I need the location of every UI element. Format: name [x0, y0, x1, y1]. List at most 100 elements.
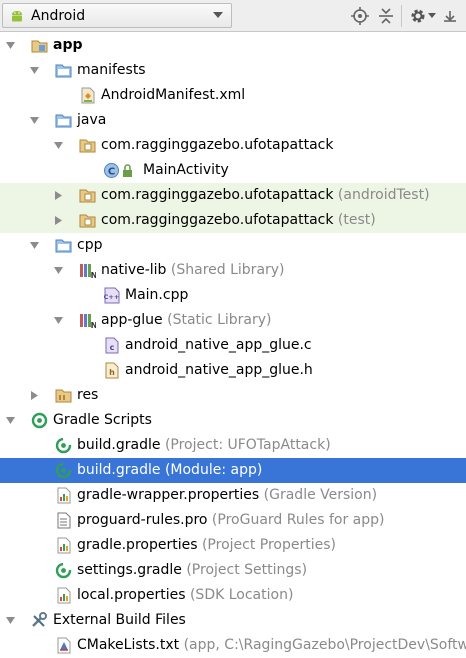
- tree-row-text: Gradle Scripts: [53, 411, 152, 430]
- tree-row-label: build.gradle: [77, 437, 161, 453]
- tree-row-label: External Build Files: [53, 612, 186, 628]
- collapsed-arrow-icon[interactable]: [53, 190, 64, 201]
- gradle-file-icon: [55, 437, 72, 454]
- tree-row-label: MainActivity: [143, 162, 229, 178]
- tree-row[interactable]: build.gradle (Module: app): [0, 458, 466, 483]
- tree-row-text: com.ragginggazebo.ufotapattack (test): [101, 211, 376, 230]
- expand-arrow-icon[interactable]: [5, 40, 16, 51]
- module-folder-icon: [31, 40, 48, 53]
- locate-icon[interactable]: [350, 6, 370, 26]
- tree-row-label: AndroidManifest.xml: [101, 87, 246, 103]
- tree-row-label: build.gradle: [77, 462, 161, 478]
- tree-row[interactable]: CMakeLists.txt (app, C:\RagingGazebo\Pro…: [0, 633, 466, 658]
- tree-row[interactable]: gradle.properties (Project Properties): [0, 533, 466, 558]
- tree-row[interactable]: External Build Files: [0, 608, 466, 633]
- tree-row-suffix: (test): [337, 212, 376, 228]
- tree-row-suffix: (androidTest): [337, 187, 430, 203]
- tree-row[interactable]: app: [0, 33, 466, 58]
- tree-row-text: settings.gradle (Project Settings): [77, 561, 307, 580]
- expand-arrow-icon[interactable]: [29, 115, 40, 126]
- expand-arrow-icon[interactable]: [29, 65, 40, 76]
- library-icon: N: [80, 314, 96, 329]
- tree-row-text: CMakeLists.txt (app, C:\RagingGazebo\Pro…: [77, 636, 466, 655]
- folder-icon: [55, 239, 72, 253]
- tree-row-text: AndroidManifest.xml: [101, 86, 245, 105]
- tree-row[interactable]: Napp-glue (Static Library): [0, 308, 466, 333]
- gradle-icon: [31, 412, 48, 429]
- folder-icon: [55, 64, 72, 78]
- tree-row-suffix: (SDK Location): [189, 587, 294, 603]
- collapsed-arrow-icon[interactable]: [53, 215, 64, 226]
- tree-row-label: native-lib: [101, 262, 167, 278]
- tree-row[interactable]: build.gradle (Project: UFOTapAttack): [0, 433, 466, 458]
- tree-row-text: build.gradle (Module: app): [77, 461, 262, 480]
- gear-dropdown-icon[interactable]: [428, 13, 436, 19]
- expand-arrow-icon[interactable]: [53, 265, 64, 276]
- view-mode-dropdown[interactable]: Android: [2, 3, 232, 28]
- tree-row-label: android_native_app_glue.c: [125, 337, 312, 353]
- tree-row[interactable]: C MainActivity: [0, 158, 466, 183]
- collapse-all-icon[interactable]: [376, 6, 396, 26]
- expand-arrow-icon[interactable]: [5, 415, 16, 426]
- tree-row[interactable]: C++ Main.cpp: [0, 283, 466, 308]
- tree-row[interactable]: Nnative-lib (Shared Library): [0, 258, 466, 283]
- tree-row[interactable]: gradle-wrapper.properties (Gradle Versio…: [0, 483, 466, 508]
- project-view-toolbar: Android: [0, 0, 466, 32]
- gradle-file-icon: [55, 462, 72, 479]
- android-icon: [12, 10, 22, 21]
- tree-row-suffix: (Shared Library): [170, 262, 285, 278]
- expand-arrow-icon[interactable]: [53, 140, 64, 151]
- tree-row-suffix: (Project Settings): [186, 562, 308, 578]
- tree-row[interactable]: local.properties (SDK Location): [0, 583, 466, 608]
- tree-row-label: settings.gradle: [77, 562, 182, 578]
- h-file-icon: h: [105, 362, 119, 379]
- expand-arrow-icon[interactable]: [5, 615, 16, 626]
- tree-row[interactable]: proguard-rules.pro (ProGuard Rules for a…: [0, 508, 466, 533]
- tree-row-text: native-lib (Shared Library): [101, 261, 285, 280]
- tree-row-label: Gradle Scripts: [53, 412, 152, 428]
- tree-row[interactable]: cpp: [0, 233, 466, 258]
- expand-arrow-icon[interactable]: [29, 240, 40, 251]
- cpp-file-icon: C++: [104, 287, 120, 304]
- tree-row[interactable]: settings.gradle (Project Settings): [0, 558, 466, 583]
- tree-row[interactable]: manifests: [0, 58, 466, 83]
- hide-icon[interactable]: [440, 6, 460, 26]
- collapsed-arrow-icon[interactable]: [29, 390, 40, 401]
- tree-row-label: CMakeLists.txt: [77, 637, 180, 653]
- xml-file-icon: [81, 87, 95, 104]
- tree-row[interactable]: c android_native_app_glue.c: [0, 333, 466, 358]
- tree-row[interactable]: com.ragginggazebo.ufotapattack: [0, 133, 466, 158]
- tree-row-text: manifests: [77, 61, 146, 80]
- tree-row[interactable]: Gradle Scripts: [0, 408, 466, 433]
- tree-row[interactable]: com.ragginggazebo.ufotapattack (test): [0, 208, 466, 233]
- gradle-file-icon: [55, 562, 72, 579]
- tree-row[interactable]: res: [0, 383, 466, 408]
- package-icon: [79, 214, 96, 228]
- tree-row-text: res: [77, 386, 98, 405]
- tree-row-label: gradle-wrapper.properties: [77, 487, 260, 503]
- tree-row-label: gradle.properties: [77, 537, 198, 553]
- tree-row[interactable]: java: [0, 108, 466, 133]
- svg-text:C++: C++: [104, 293, 120, 301]
- tree-row-suffix: (Project Properties): [201, 537, 336, 553]
- tree-row-text: gradle.properties (Project Properties): [77, 536, 336, 555]
- tree-row-label: com.ragginggazebo.ufotapattack: [101, 137, 334, 153]
- tree-row-suffix: (Project: UFOTapAttack): [164, 437, 331, 453]
- toolbar-divider: [401, 5, 402, 27]
- gear-icon[interactable]: [408, 6, 428, 26]
- class-icon: C: [104, 163, 119, 178]
- tree-row[interactable]: h android_native_app_glue.h: [0, 358, 466, 383]
- external-build-icon: [32, 612, 47, 627]
- tree-row-suffix: (app, C:\RagingGazebo\ProjectDev\Softwa: [183, 637, 466, 653]
- tree-row[interactable]: AndroidManifest.xml: [0, 83, 466, 108]
- c-file-icon: c: [105, 337, 119, 354]
- tree-row-text: gradle-wrapper.properties (Gradle Versio…: [77, 486, 377, 505]
- svg-text:C: C: [108, 167, 115, 178]
- tree-row-text: External Build Files: [53, 611, 186, 630]
- library-icon: N: [80, 264, 96, 279]
- svg-text:N: N: [91, 321, 96, 329]
- tree-row-suffix: (Module: app): [164, 462, 263, 478]
- tree-row-text: MainActivity: [143, 161, 229, 180]
- tree-row[interactable]: com.ragginggazebo.ufotapattack (androidT…: [0, 183, 466, 208]
- expand-arrow-icon[interactable]: [53, 315, 64, 326]
